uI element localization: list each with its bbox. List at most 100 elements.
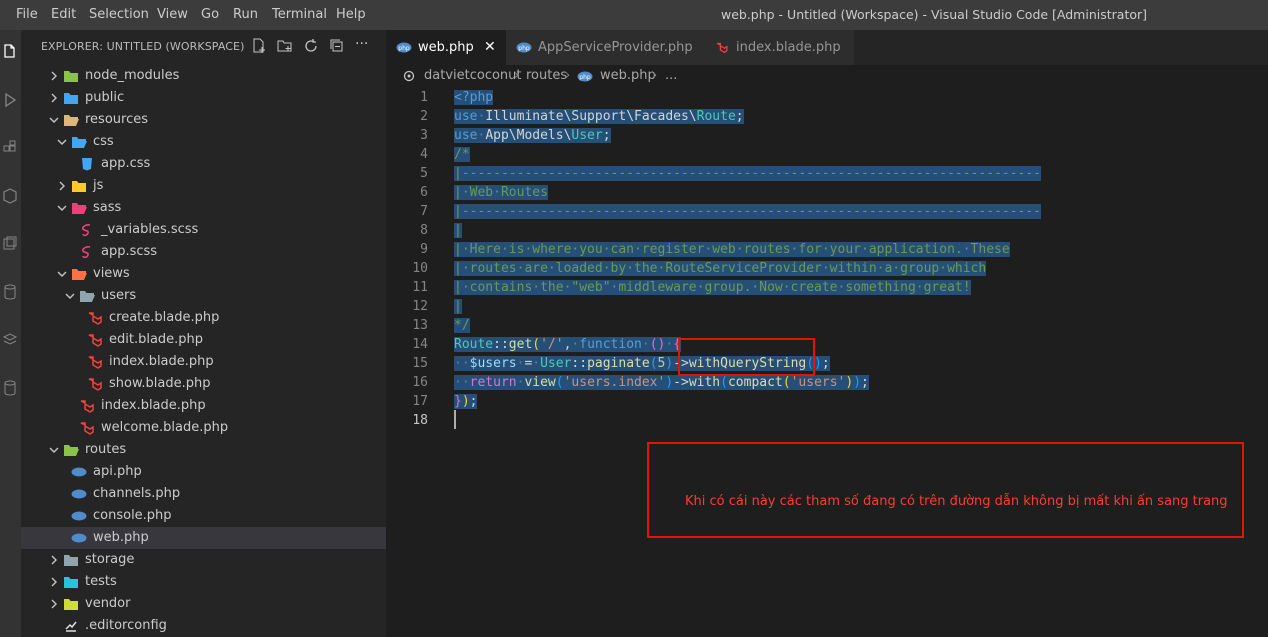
code-token: Route [696, 109, 736, 124]
code-editor[interactable]: 1 2 3 4 5 6 7 8 9 10 11 12 13 14 15 16 17 18 <?php use·Ill… [386, 87, 1268, 637]
editor-tabs: php web.php ✕ php AppServiceProvider.php… [386, 30, 1268, 65]
tree-item-api-php[interactable]: api.php [21, 461, 386, 483]
close-icon[interactable]: ✕ [484, 30, 496, 65]
new-file-icon[interactable] [251, 38, 267, 54]
code-token: ) [665, 375, 674, 390]
tree-item-routes[interactable]: routes [21, 439, 386, 461]
code-line[interactable]: use·Illuminate\Support\Facades\Route; [454, 107, 744, 126]
menu-view[interactable]: View [157, 0, 188, 30]
code-token: ( [555, 375, 564, 390]
menu-file[interactable]: File [16, 0, 38, 30]
menu-go[interactable]: Go [201, 0, 219, 30]
code-token: ; [735, 109, 744, 124]
tree-item-console-php[interactable]: console.php [21, 505, 386, 527]
breadcrumb-item[interactable]: datvietcoconut [424, 65, 522, 87]
tree-item-label: css [93, 134, 114, 149]
extensions-icon[interactable] [2, 140, 18, 156]
folder-icon [72, 137, 87, 148]
tree-item-sass[interactable]: sass [21, 197, 386, 219]
tree-item-web-php[interactable]: web.php [21, 527, 386, 549]
code-line[interactable]: /* [454, 145, 470, 164]
layers-icon[interactable] [2, 332, 18, 348]
code-line[interactable]: }); [454, 392, 478, 411]
code-line[interactable]: | [454, 297, 462, 316]
selection-range: ··return·view('users.index')->with(compa… [454, 375, 869, 390]
chevron-down-icon [57, 139, 67, 145]
code-token: ; [861, 375, 869, 390]
line-number: 6 [420, 185, 428, 200]
git-repo-icon [403, 70, 415, 82]
code-line[interactable]: Route::get('/',·function·()·{ [454, 335, 682, 354]
tab-appserviceprovider[interactable]: php AppServiceProvider.php [506, 30, 704, 65]
code-line[interactable]: |---------------------------------------… [454, 202, 1041, 221]
code-line[interactable]: |·contains·the·"web"·middleware·group.·N… [454, 278, 971, 297]
tree-item-js[interactable]: js [21, 175, 386, 197]
code-line[interactable]: <?php [454, 88, 494, 107]
explorer-sidebar: EXPLORER: UNTITLED (WORKSPACE) ··· node_… [21, 30, 386, 637]
code-line[interactable]: | [454, 221, 462, 240]
tree-item-index-blade-php[interactable]: index.blade.php [21, 351, 386, 373]
code-line[interactable]: |·Web·Routes [454, 183, 548, 202]
code-token: Illuminate\Support\Facades\ [485, 109, 697, 124]
laravel-file-icon [88, 378, 102, 391]
run-debug-icon[interactable] [2, 92, 18, 108]
code-line[interactable]: |·Here·is·where·you·can·register·web·rou… [454, 240, 1010, 259]
storage-icon[interactable] [2, 380, 18, 396]
database-icon[interactable] [2, 284, 18, 300]
new-folder-icon[interactable] [277, 38, 293, 54]
tree-item-public[interactable]: public [21, 87, 386, 109]
code-line[interactable]: */ [454, 316, 470, 335]
chevron-right-icon [51, 599, 57, 609]
code-token: ( [532, 337, 541, 352]
tree-item-css[interactable]: css [21, 131, 386, 153]
chevron-right-icon [59, 181, 65, 191]
tree-item-create-blade-php[interactable]: create.blade.php [21, 307, 386, 329]
tree-item-show-blade-php[interactable]: show.blade.php [21, 373, 386, 395]
chevron-down-icon [57, 271, 67, 277]
code-token: ·· [454, 356, 470, 371]
tree-item-edit-blade-php[interactable]: edit.blade.php [21, 329, 386, 351]
breadcrumb-item[interactable]: ... [665, 65, 677, 87]
menu-selection[interactable]: Selection [89, 0, 149, 30]
code-token: ( [649, 356, 658, 371]
selection-range: use·Illuminate\Support\Facades\Route; [454, 109, 744, 124]
tree-item-index-blade-php[interactable]: index.blade.php [21, 395, 386, 417]
code-line[interactable]: use·App\Models\User; [454, 126, 611, 145]
tree-item-app-css[interactable]: app.css [21, 153, 386, 175]
breadcrumb-item[interactable]: web.php [600, 65, 656, 87]
tree-item-node-modules[interactable]: node_modules [21, 65, 386, 87]
container-icon[interactable] [2, 188, 18, 204]
explorer-icon[interactable] [2, 44, 18, 60]
collapse-all-icon[interactable] [329, 38, 345, 54]
tree-item-channels-php[interactable]: channels.php [21, 483, 386, 505]
menu-terminal[interactable]: Terminal [272, 0, 327, 30]
more-actions-icon[interactable]: ··· [355, 36, 368, 52]
tree-item-storage[interactable]: storage [21, 549, 386, 571]
tree-item-resources[interactable]: resources [21, 109, 386, 131]
tree-item--editorconfig[interactable]: .editorconfig [21, 615, 386, 637]
menu-run[interactable]: Run [233, 0, 258, 30]
tab-index-blade[interactable]: index.blade.php [704, 30, 854, 65]
refresh-icon[interactable] [303, 38, 319, 54]
remote-explorer-icon[interactable] [2, 236, 18, 252]
menu-help[interactable]: Help [336, 0, 366, 30]
tree-item--variables-scss[interactable]: _variables.scss [21, 219, 386, 241]
tree-item-label: views [93, 266, 130, 281]
code-token: function [579, 337, 642, 352]
menu-edit[interactable]: Edit [51, 0, 76, 30]
tree-item-views[interactable]: views [21, 263, 386, 285]
tree-item-users[interactable]: users [21, 285, 386, 307]
tree-item-app-scss[interactable]: app.scss [21, 241, 386, 263]
tree-item-welcome-blade-php[interactable]: welcome.blade.php [21, 417, 386, 439]
code-token: $users [469, 356, 517, 371]
tree-item-label: public [85, 90, 125, 105]
tree-item-vendor[interactable]: vendor [21, 593, 386, 615]
tree-item-tests[interactable]: tests [21, 571, 386, 593]
code-line[interactable]: |·routes·are·loaded·by·the·RouteServiceP… [454, 259, 987, 278]
code-token: ) [461, 394, 470, 409]
line-number: 7 [420, 204, 428, 219]
tab-web-php[interactable]: php web.php ✕ [386, 30, 506, 65]
chevron-right-icon: › [652, 68, 658, 83]
breadcrumb-item[interactable]: routes [526, 65, 567, 87]
code-line[interactable]: |---------------------------------------… [454, 164, 1041, 183]
